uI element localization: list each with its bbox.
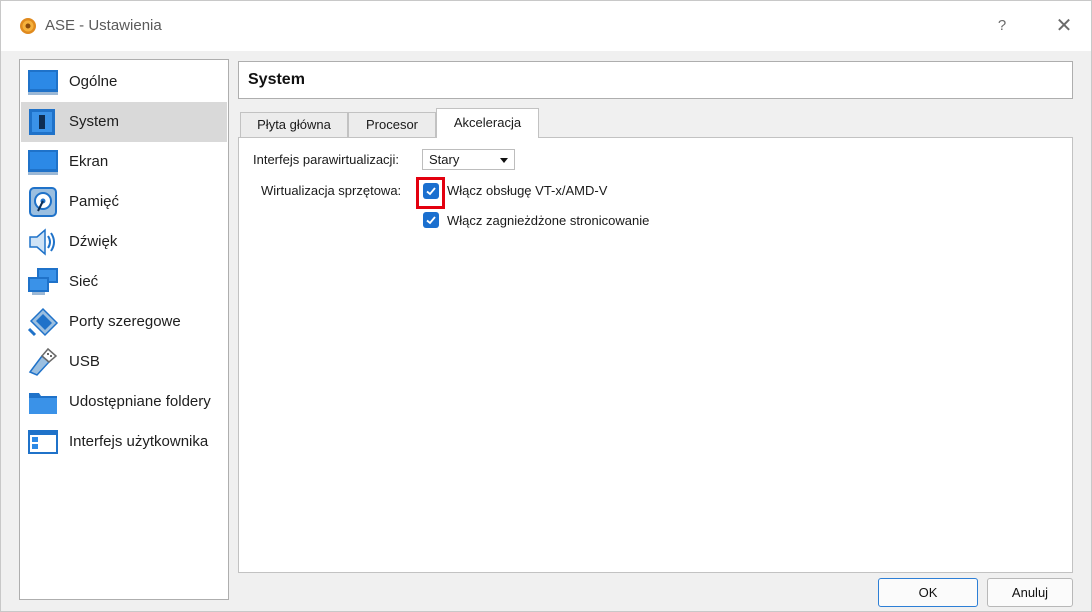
sidebar-item-display[interactable]: Ekran bbox=[21, 142, 227, 182]
sidebar-item-label: System bbox=[69, 113, 120, 130]
sidebar-item-audio[interactable]: Dźwięk bbox=[21, 222, 227, 262]
paravirt-label: Interfejs parawirtualizacji: bbox=[253, 152, 399, 167]
sidebar-item-user-interface[interactable]: Interfejs użytkownika bbox=[21, 422, 227, 462]
sidebar-item-label: Pamięć bbox=[69, 193, 120, 210]
sidebar-item-serial-ports[interactable]: Porty szeregowe bbox=[21, 302, 227, 342]
virtualbox-gear-icon bbox=[20, 18, 36, 34]
window-title: ASE - Ustawienia bbox=[45, 17, 162, 34]
sidebar-item-label: Porty szeregowe bbox=[69, 313, 181, 330]
display-icon bbox=[28, 150, 58, 175]
sidebar-item-system[interactable]: System bbox=[21, 102, 227, 142]
sidebar-item-label: USB bbox=[69, 353, 100, 370]
sidebar-item-label: Dźwięk bbox=[69, 233, 118, 250]
serial-port-icon bbox=[27, 307, 59, 337]
storage-disk-icon bbox=[29, 187, 57, 217]
tab-motherboard[interactable]: Płyta główna bbox=[240, 112, 348, 137]
help-button[interactable]: ? bbox=[989, 14, 1015, 38]
tab-acceleration[interactable]: Akceleracja bbox=[436, 108, 539, 138]
settings-sidebar: Ogólne System Ekran Pamięć Dźwięk Sieć P… bbox=[19, 59, 229, 600]
sidebar-item-general[interactable]: Ogólne bbox=[21, 62, 227, 102]
sidebar-item-label: Interfejs użytkownika bbox=[69, 433, 209, 450]
ok-button[interactable]: OK bbox=[878, 578, 978, 607]
audio-speaker-icon bbox=[29, 228, 55, 256]
sidebar-item-usb[interactable]: USB bbox=[21, 342, 227, 382]
tab-processor[interactable]: Procesor bbox=[348, 112, 436, 137]
section-header: System bbox=[238, 61, 1073, 99]
nested-paging-label[interactable]: Włącz zagnieżdżone stronicowanie bbox=[447, 213, 649, 228]
paravirt-select[interactable]: Stary bbox=[422, 149, 515, 170]
usb-icon bbox=[28, 347, 58, 376]
acceleration-panel: Interfejs parawirtualizacji: Stary Wirtu… bbox=[238, 137, 1073, 573]
sidebar-item-label: Ogólne bbox=[69, 73, 118, 90]
sidebar-item-label: Udostępniane foldery bbox=[69, 393, 211, 410]
paravirt-select-value: Stary bbox=[429, 152, 460, 167]
check-icon bbox=[426, 216, 436, 225]
shared-folder-icon bbox=[29, 393, 57, 414]
title-bar: ASE - Ustawienia ? ✕ bbox=[1, 1, 1091, 51]
close-button[interactable]: ✕ bbox=[1051, 14, 1077, 38]
system-chip-icon bbox=[29, 109, 55, 135]
page-title: System bbox=[248, 71, 305, 88]
hwvirt-label: Wirtualizacja sprzętowa: bbox=[261, 183, 402, 198]
sidebar-item-storage[interactable]: Pamięć bbox=[21, 182, 227, 222]
user-interface-icon bbox=[28, 430, 58, 454]
chevron-down-icon bbox=[500, 158, 508, 163]
vtx-label[interactable]: Włącz obsługę VT-x/AMD-V bbox=[447, 183, 607, 198]
general-monitor-icon bbox=[28, 70, 58, 95]
sidebar-item-label: Sieć bbox=[69, 273, 99, 290]
settings-window: ASE - Ustawienia ? ✕ Ogólne System Ekran… bbox=[0, 0, 1092, 612]
sidebar-item-network[interactable]: Sieć bbox=[21, 262, 227, 302]
nested-paging-checkbox[interactable] bbox=[423, 212, 439, 228]
highlight-box bbox=[416, 177, 445, 209]
cancel-button[interactable]: Anuluj bbox=[987, 578, 1073, 607]
sidebar-item-label: Ekran bbox=[69, 153, 109, 170]
network-icon bbox=[28, 268, 58, 295]
sidebar-item-shared-folders[interactable]: Udostępniane foldery bbox=[21, 382, 227, 422]
